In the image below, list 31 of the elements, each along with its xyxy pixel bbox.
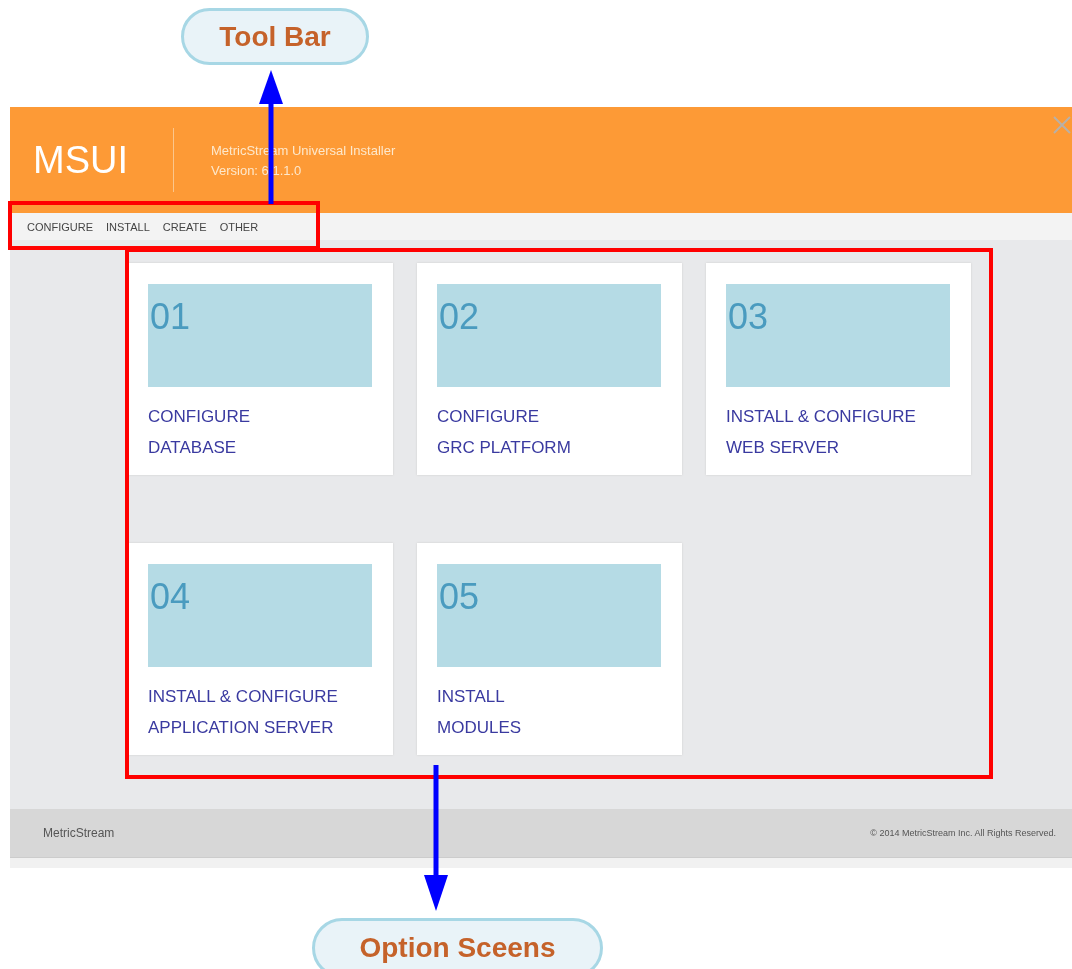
option-number: 05 bbox=[439, 576, 480, 617]
option-title: WEB SERVER bbox=[726, 437, 840, 459]
option-title: INSTALL & CONFIGURE bbox=[726, 406, 916, 428]
resize-bar[interactable] bbox=[10, 857, 1072, 868]
option-title: CONFIGURE bbox=[437, 406, 539, 428]
toolbar-item[interactable]: OTHER bbox=[219, 220, 259, 233]
toolbar-item[interactable]: CONFIGURE bbox=[27, 220, 93, 233]
footer-brand: MetricStream bbox=[43, 826, 115, 840]
callout-label: Tool Bar bbox=[181, 8, 369, 65]
option-card[interactable]: 02 CONFIGURE GRC PLATFORM bbox=[417, 263, 682, 475]
close-icon[interactable] bbox=[1052, 115, 1072, 135]
option-card[interactable]: 05 INSTALL MODULES bbox=[417, 543, 682, 755]
option-title: APPLICATION SERVER bbox=[148, 717, 334, 739]
option-title: CONFIGURE bbox=[148, 406, 250, 428]
option-title: INSTALL & CONFIGURE bbox=[148, 686, 338, 708]
option-title: INSTALL bbox=[437, 686, 505, 708]
option-number: 03 bbox=[728, 296, 769, 337]
option-title: DATABASE bbox=[148, 437, 237, 459]
option-number: 02 bbox=[439, 296, 480, 337]
toolbar-item[interactable]: INSTALL bbox=[106, 220, 150, 233]
toolbar-item[interactable]: CREATE bbox=[162, 220, 207, 233]
option-card[interactable]: 01 CONFIGURE DATABASE bbox=[128, 263, 393, 475]
option-number: 04 bbox=[150, 576, 191, 617]
option-number: 01 bbox=[150, 296, 191, 337]
option-card[interactable]: 03 INSTALL & CONFIGURE WEB SERVER bbox=[706, 263, 971, 475]
copyright-text: © 2014 MetricStream Inc. All Rights Reserved. bbox=[870, 828, 1056, 838]
option-card[interactable]: 04 INSTALL & CONFIGURE APPLICATION SERVER bbox=[128, 543, 393, 755]
option-title: GRC PLATFORM bbox=[437, 437, 571, 459]
callout-label: Option Sceens bbox=[312, 918, 603, 969]
app-logo: MSUI bbox=[33, 138, 129, 182]
option-title: MODULES bbox=[437, 717, 522, 739]
